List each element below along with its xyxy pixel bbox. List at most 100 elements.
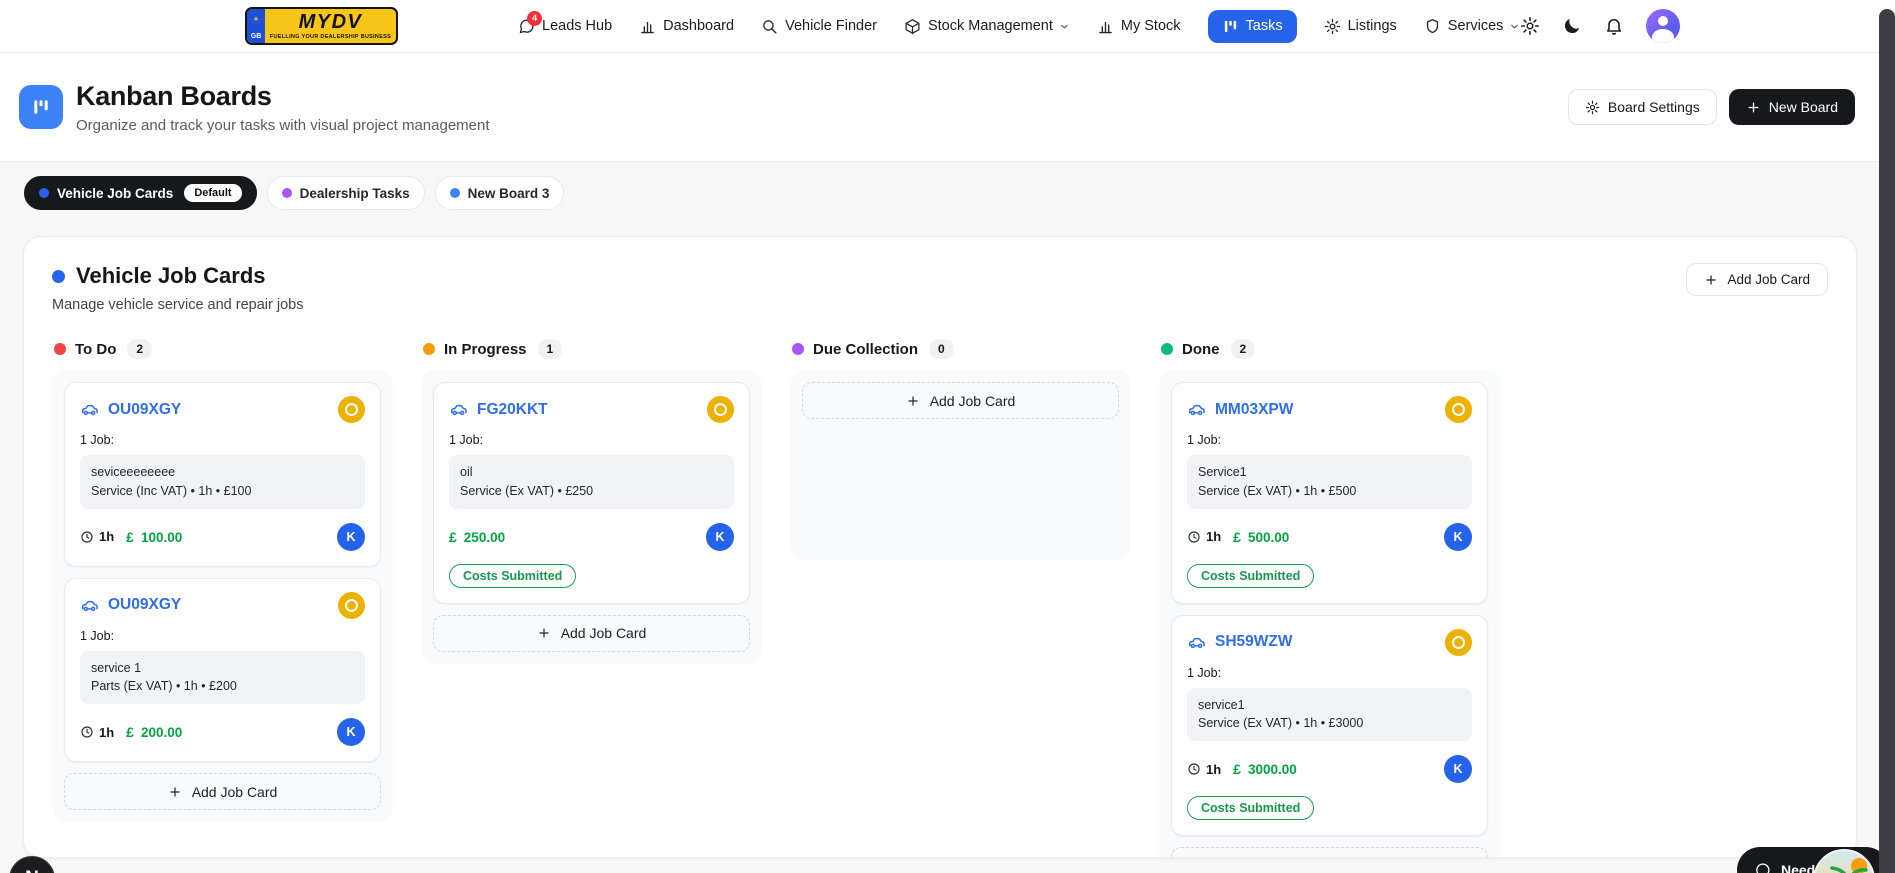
hours-wrap: 1h — [80, 725, 114, 740]
job-amount: £ 250.00 — [449, 529, 505, 545]
new-board-button[interactable]: New Board — [1728, 89, 1855, 125]
vehicle-reg-link[interactable]: OU09XGY — [108, 401, 181, 419]
nav-listings[interactable]: Listings — [1324, 18, 1397, 35]
nav-services[interactable]: Services — [1424, 18, 1521, 35]
card-status-badge[interactable] — [1445, 396, 1472, 423]
kanban-icon — [1222, 18, 1239, 35]
kanban-column: In Progress 1 FG20KKT 1 Job: oil Service… — [421, 339, 762, 664]
card-status-badge[interactable] — [707, 396, 734, 423]
add-job-card-button[interactable]: Add Job Card — [1171, 847, 1488, 857]
tab-dealership-tasks[interactable]: Dealership Tasks — [266, 176, 425, 210]
assignee-avatar[interactable]: K — [337, 522, 365, 551]
clock-icon — [80, 530, 94, 544]
vehicle-reg-link[interactable]: SH59WZW — [1215, 633, 1293, 651]
add-job-card-button[interactable]: Add Job Card — [64, 773, 381, 810]
card-status-badge[interactable] — [338, 591, 365, 619]
costs-submitted-badge: Costs Submitted — [449, 563, 577, 588]
assignee-avatar[interactable]: K — [706, 522, 734, 551]
brand-tagline: FUELLING YOUR DEALERSHIP BUSINESS — [269, 34, 392, 40]
chevron-down-icon — [1509, 21, 1520, 32]
column-body: OU09XGY 1 Job: seviceeeeeeee Service (In… — [52, 370, 393, 822]
column-title: Done — [1182, 340, 1220, 358]
hours-label: 1h — [99, 724, 115, 740]
card-status-badge[interactable] — [338, 396, 365, 423]
currency-symbol: £ — [449, 528, 457, 545]
nav-label: Stock Management — [927, 18, 1053, 34]
page-header: Kanban Boards Organize and track your ta… — [0, 53, 1895, 162]
car-icon — [1187, 400, 1206, 419]
board-color-dot — [449, 188, 460, 198]
scrollbar-thumb[interactable] — [1879, 9, 1895, 873]
hours-wrap: 1h — [1187, 762, 1221, 777]
column-count-badge: 0 — [929, 339, 954, 359]
hours-label: 1h — [99, 529, 115, 544]
job-amount: £ 200.00 — [126, 724, 182, 740]
circle-icon — [1452, 635, 1465, 649]
board-color-dot — [281, 188, 292, 198]
job-summary: seviceeeeeeee Service (Inc VAT) • 1h • £… — [80, 455, 365, 509]
job-card[interactable]: SH59WZW 1 Job: service1 Service (Ex VAT)… — [1171, 614, 1488, 836]
job-summary: service1 Service (Ex VAT) • 1h • £3000 — [1187, 687, 1472, 741]
chat-icon: 4 — [518, 10, 542, 35]
assignee-avatar[interactable]: K — [1444, 755, 1472, 783]
car-icon — [80, 596, 99, 615]
brand-logo[interactable]: GB MYDV FUELLING YOUR DEALERSHIP BUSINES… — [245, 7, 398, 45]
add-job-card-header-button[interactable]: Add Job Card — [1686, 263, 1828, 296]
vehicle-reg-link[interactable]: OU09XGY — [108, 596, 181, 614]
car-icon — [1187, 633, 1206, 652]
kanban-columns: To Do 2 OU09XGY 1 Job: seviceeeeeeee Ser… — [52, 339, 1828, 857]
job-card[interactable]: FG20KKT 1 Job: oil Service (Ex VAT) • £2… — [433, 382, 750, 604]
job-name: service 1 — [91, 660, 142, 675]
nav-label: Vehicle Finder — [785, 18, 877, 34]
user-avatar[interactable] — [1646, 9, 1681, 43]
gear-icon — [1585, 100, 1600, 115]
amount-value: 250.00 — [463, 529, 506, 545]
gb-plate-strip: GB — [247, 9, 265, 43]
plus-icon — [906, 394, 920, 408]
tab-new-board-3[interactable]: New Board 3 — [434, 176, 565, 210]
bell-icon[interactable] — [1604, 16, 1624, 36]
nav-vehicle-finder[interactable]: Vehicle Finder — [761, 18, 877, 35]
nav-label: Listings — [1347, 18, 1397, 34]
settings-icon[interactable] — [1520, 16, 1540, 36]
assignee-avatar[interactable]: K — [337, 718, 365, 746]
nav-tasks[interactable]: Tasks — [1207, 9, 1297, 43]
job-card[interactable]: OU09XGY 1 Job: service 1 Parts (Ex VAT) … — [64, 577, 381, 762]
moon-icon[interactable] — [1562, 16, 1582, 36]
nav-stock-management[interactable]: Stock Management — [904, 18, 1070, 35]
kanban-column: Due Collection 0 Add Job Card — [790, 339, 1131, 560]
job-summary: oil Service (Ex VAT) • £250 — [449, 455, 734, 509]
add-job-card-button[interactable]: Add Job Card — [433, 614, 750, 652]
package-icon — [904, 18, 921, 35]
jobs-count-label: 1 Job: — [80, 433, 115, 447]
job-detail: Parts (Ex VAT) • 1h • £200 — [91, 679, 237, 694]
cards-wrap: OU09XGY 1 Job: seviceeeeeeee Service (In… — [64, 382, 381, 762]
nav-my-stock[interactable]: My Stock — [1097, 18, 1181, 35]
job-name: service1 — [1198, 697, 1245, 712]
kanban-column: Done 2 MM03XPW 1 Job: Service1 Service (… — [1159, 339, 1500, 857]
job-card[interactable]: OU09XGY 1 Job: seviceeeeeeee Service (In… — [64, 382, 381, 567]
nav-leads-hub[interactable]: 4 Leads Hub — [518, 10, 612, 35]
chevron-down-icon — [1059, 21, 1070, 32]
board-tabs: Vehicle Job Cards Default Dealership Tas… — [24, 176, 1895, 210]
navbar-right — [1520, 9, 1681, 43]
page-title: Kanban Boards — [76, 80, 272, 111]
shield-icon — [1424, 18, 1441, 35]
add-job-card-button[interactable]: Add Job Card — [802, 382, 1119, 419]
assignee-avatar[interactable]: K — [1444, 522, 1472, 551]
car-icon — [80, 400, 99, 419]
amount-value: 200.00 — [140, 725, 183, 740]
nav-dashboard[interactable]: Dashboard — [639, 18, 734, 35]
column-count-badge: 2 — [1230, 339, 1256, 359]
dev-tools-badge[interactable]: N — [9, 856, 55, 873]
card-status-badge[interactable] — [1445, 628, 1472, 656]
board-settings-button[interactable]: Board Settings — [1567, 89, 1717, 125]
vehicle-reg-link[interactable]: FG20KKT — [477, 401, 548, 419]
column-status-dot — [54, 343, 66, 355]
vehicle-reg-link[interactable]: MM03XPW — [1215, 401, 1293, 419]
job-card[interactable]: MM03XPW 1 Job: Service1 Service (Ex VAT)… — [1171, 382, 1488, 604]
currency-symbol: £ — [1233, 528, 1241, 545]
nav-label: My Stock — [1120, 18, 1181, 34]
jobs-count-label: 1 Job: — [1187, 433, 1222, 447]
tab-vehicle-job-cards[interactable]: Vehicle Job Cards Default — [24, 176, 257, 210]
